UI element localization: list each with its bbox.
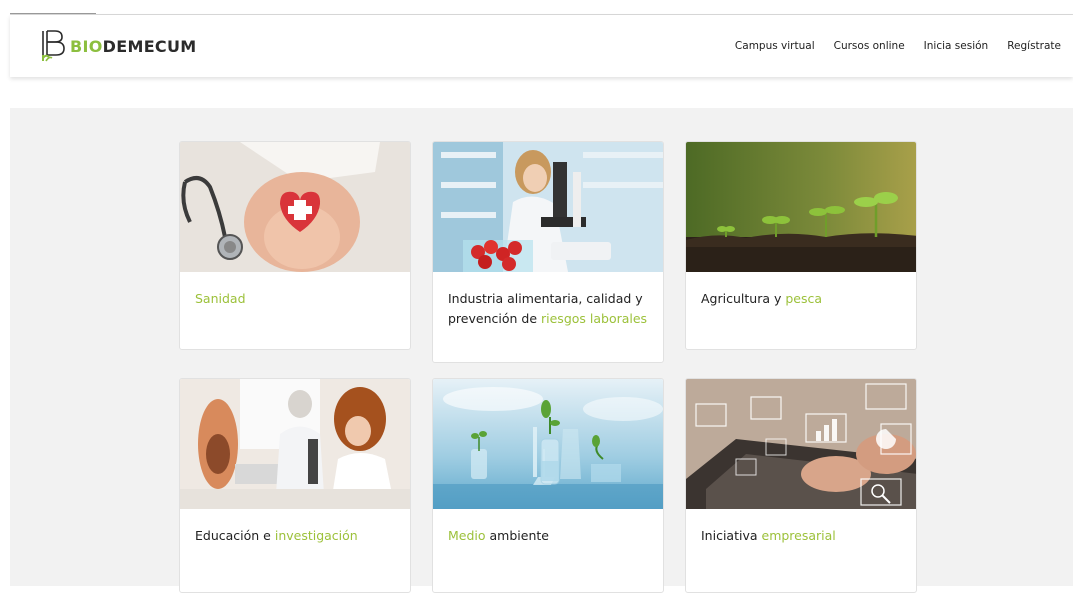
main-nav: Campus virtual Cursos online Inicia sesi…	[735, 15, 1061, 77]
category-card-title: Agricultura y pesca	[686, 272, 916, 309]
category-card-agricultura-pesca[interactable]: Agricultura y pesca	[685, 141, 917, 350]
nav-cursos-online-link[interactable]: Cursos online	[834, 40, 905, 52]
seedlings-soil-image	[686, 142, 916, 272]
laptop-business-charts-image	[686, 379, 916, 509]
category-card-sanidad[interactable]: Sanidad	[179, 141, 411, 350]
category-title-accent: Sanidad	[195, 291, 246, 306]
lab-microscope-strawberries-image	[433, 142, 663, 272]
nav-campus-virtual-link[interactable]: Campus virtual	[735, 40, 815, 52]
category-title-accent: empresarial	[761, 528, 836, 543]
category-title-text: Educación e	[195, 528, 275, 543]
plants-in-flasks-image	[433, 379, 663, 509]
brand-name-suffix: DEMECUM	[102, 36, 197, 56]
category-card-title: Iniciativa empresarial	[686, 509, 916, 546]
category-card-medio-ambiente[interactable]: Medio ambiente	[432, 378, 664, 593]
category-title-accent: investigación	[274, 528, 358, 543]
category-title-accent: pesca	[785, 291, 823, 306]
nav-registrate-link[interactable]: Regístrate	[1007, 40, 1061, 52]
brand-name: BIODEMECUM	[70, 37, 196, 56]
teacher-student-microscope-image	[180, 379, 410, 509]
category-card-iniciativa-empresarial[interactable]: Iniciativa empresarial	[685, 378, 917, 593]
category-title-text: Iniciativa	[701, 528, 762, 543]
category-title-text: ambiente	[485, 528, 549, 543]
category-card-title: Medio ambiente	[433, 509, 663, 546]
category-card-title: Sanidad	[180, 272, 410, 309]
site-header: BIODEMECUM Campus virtual Cursos online …	[10, 15, 1073, 77]
brand-logo-icon	[40, 29, 66, 63]
brand-logo[interactable]: BIODEMECUM	[40, 29, 196, 63]
category-title-accent: Medio	[448, 528, 486, 543]
category-card-industria-alimentaria[interactable]: Industria alimentaria, calidad y prevenc…	[432, 141, 664, 363]
category-grid-section: Sanidad Industria alimentaria, calidad y…	[10, 108, 1073, 593]
category-card-title: Industria alimentaria, calidad y prevenc…	[433, 272, 663, 329]
category-card-title: Educación e investigación	[180, 509, 410, 546]
health-hands-heart-image	[180, 142, 410, 272]
category-card-educacion-investigacion[interactable]: Educación e investigación	[179, 378, 411, 593]
category-title-accent: riesgos laborales	[541, 311, 648, 326]
nav-inicia-sesion-link[interactable]: Inicia sesión	[924, 40, 989, 52]
brand-name-prefix: BIO	[70, 36, 103, 56]
category-title-text: Agricultura y	[701, 291, 786, 306]
